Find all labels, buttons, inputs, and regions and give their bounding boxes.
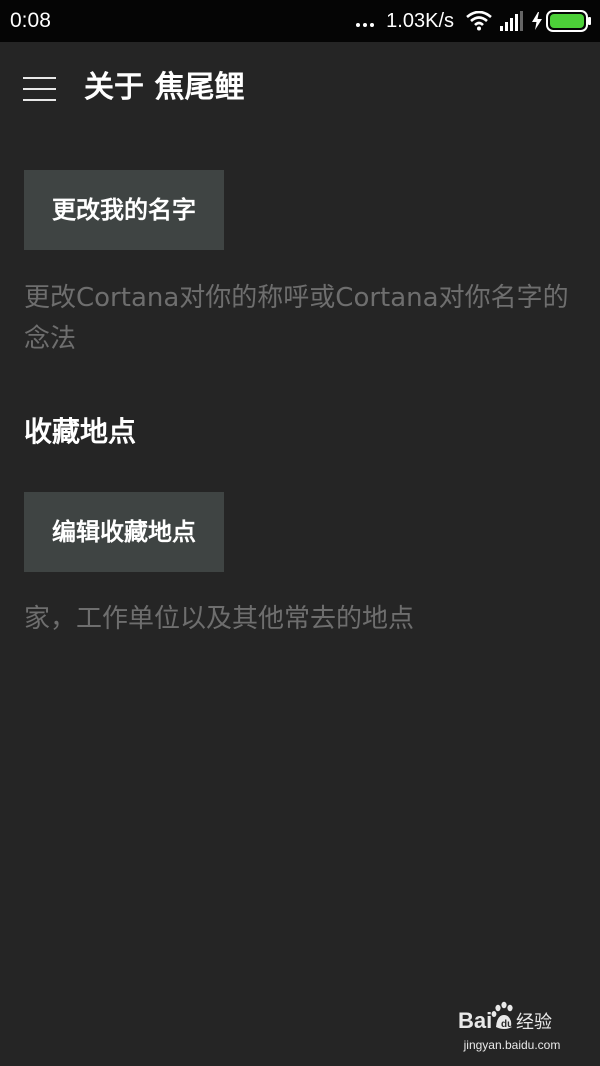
edit-favorite-places-button[interactable]: 编辑收藏地点 (24, 492, 224, 572)
app-bar: 关于 焦尾鲤 (0, 42, 600, 138)
network-speed: 1.03K/s (386, 9, 454, 32)
charging-icon (532, 12, 542, 30)
watermark-url: jingyan.baidu.com (463, 1038, 561, 1052)
favorite-places-header: 收藏地点 (24, 415, 137, 448)
status-indicators: 1.03K/s (356, 7, 592, 35)
status-bar: 0:08 1.03K/s (0, 0, 600, 42)
dots-icon (356, 23, 375, 27)
page-title: 关于 焦尾鲤 (84, 70, 245, 105)
baidu-jingyan-watermark: Bai du 经验 jingyan.baidu.com (456, 1000, 568, 1052)
battery-icon (546, 10, 591, 32)
favorite-places-description: 家，工作单位以及其他常去的地点 (24, 604, 415, 634)
svg-text:Bai: Bai (458, 1008, 492, 1033)
change-name-button[interactable]: 更改我的名字 (24, 170, 224, 250)
svg-text:du: du (501, 1019, 513, 1030)
change-name-description: 更改Cortana对你的称呼或Cortana对你名字的念法 (24, 283, 569, 354)
svg-text:经验: 经验 (516, 1012, 552, 1033)
hamburger-menu-icon[interactable] (18, 71, 62, 109)
signal-icon (500, 11, 523, 31)
baidu-jingyan-logo: Bai du 经验 (458, 1001, 552, 1033)
wifi-icon (466, 11, 492, 31)
status-time: 0:08 (10, 9, 51, 32)
